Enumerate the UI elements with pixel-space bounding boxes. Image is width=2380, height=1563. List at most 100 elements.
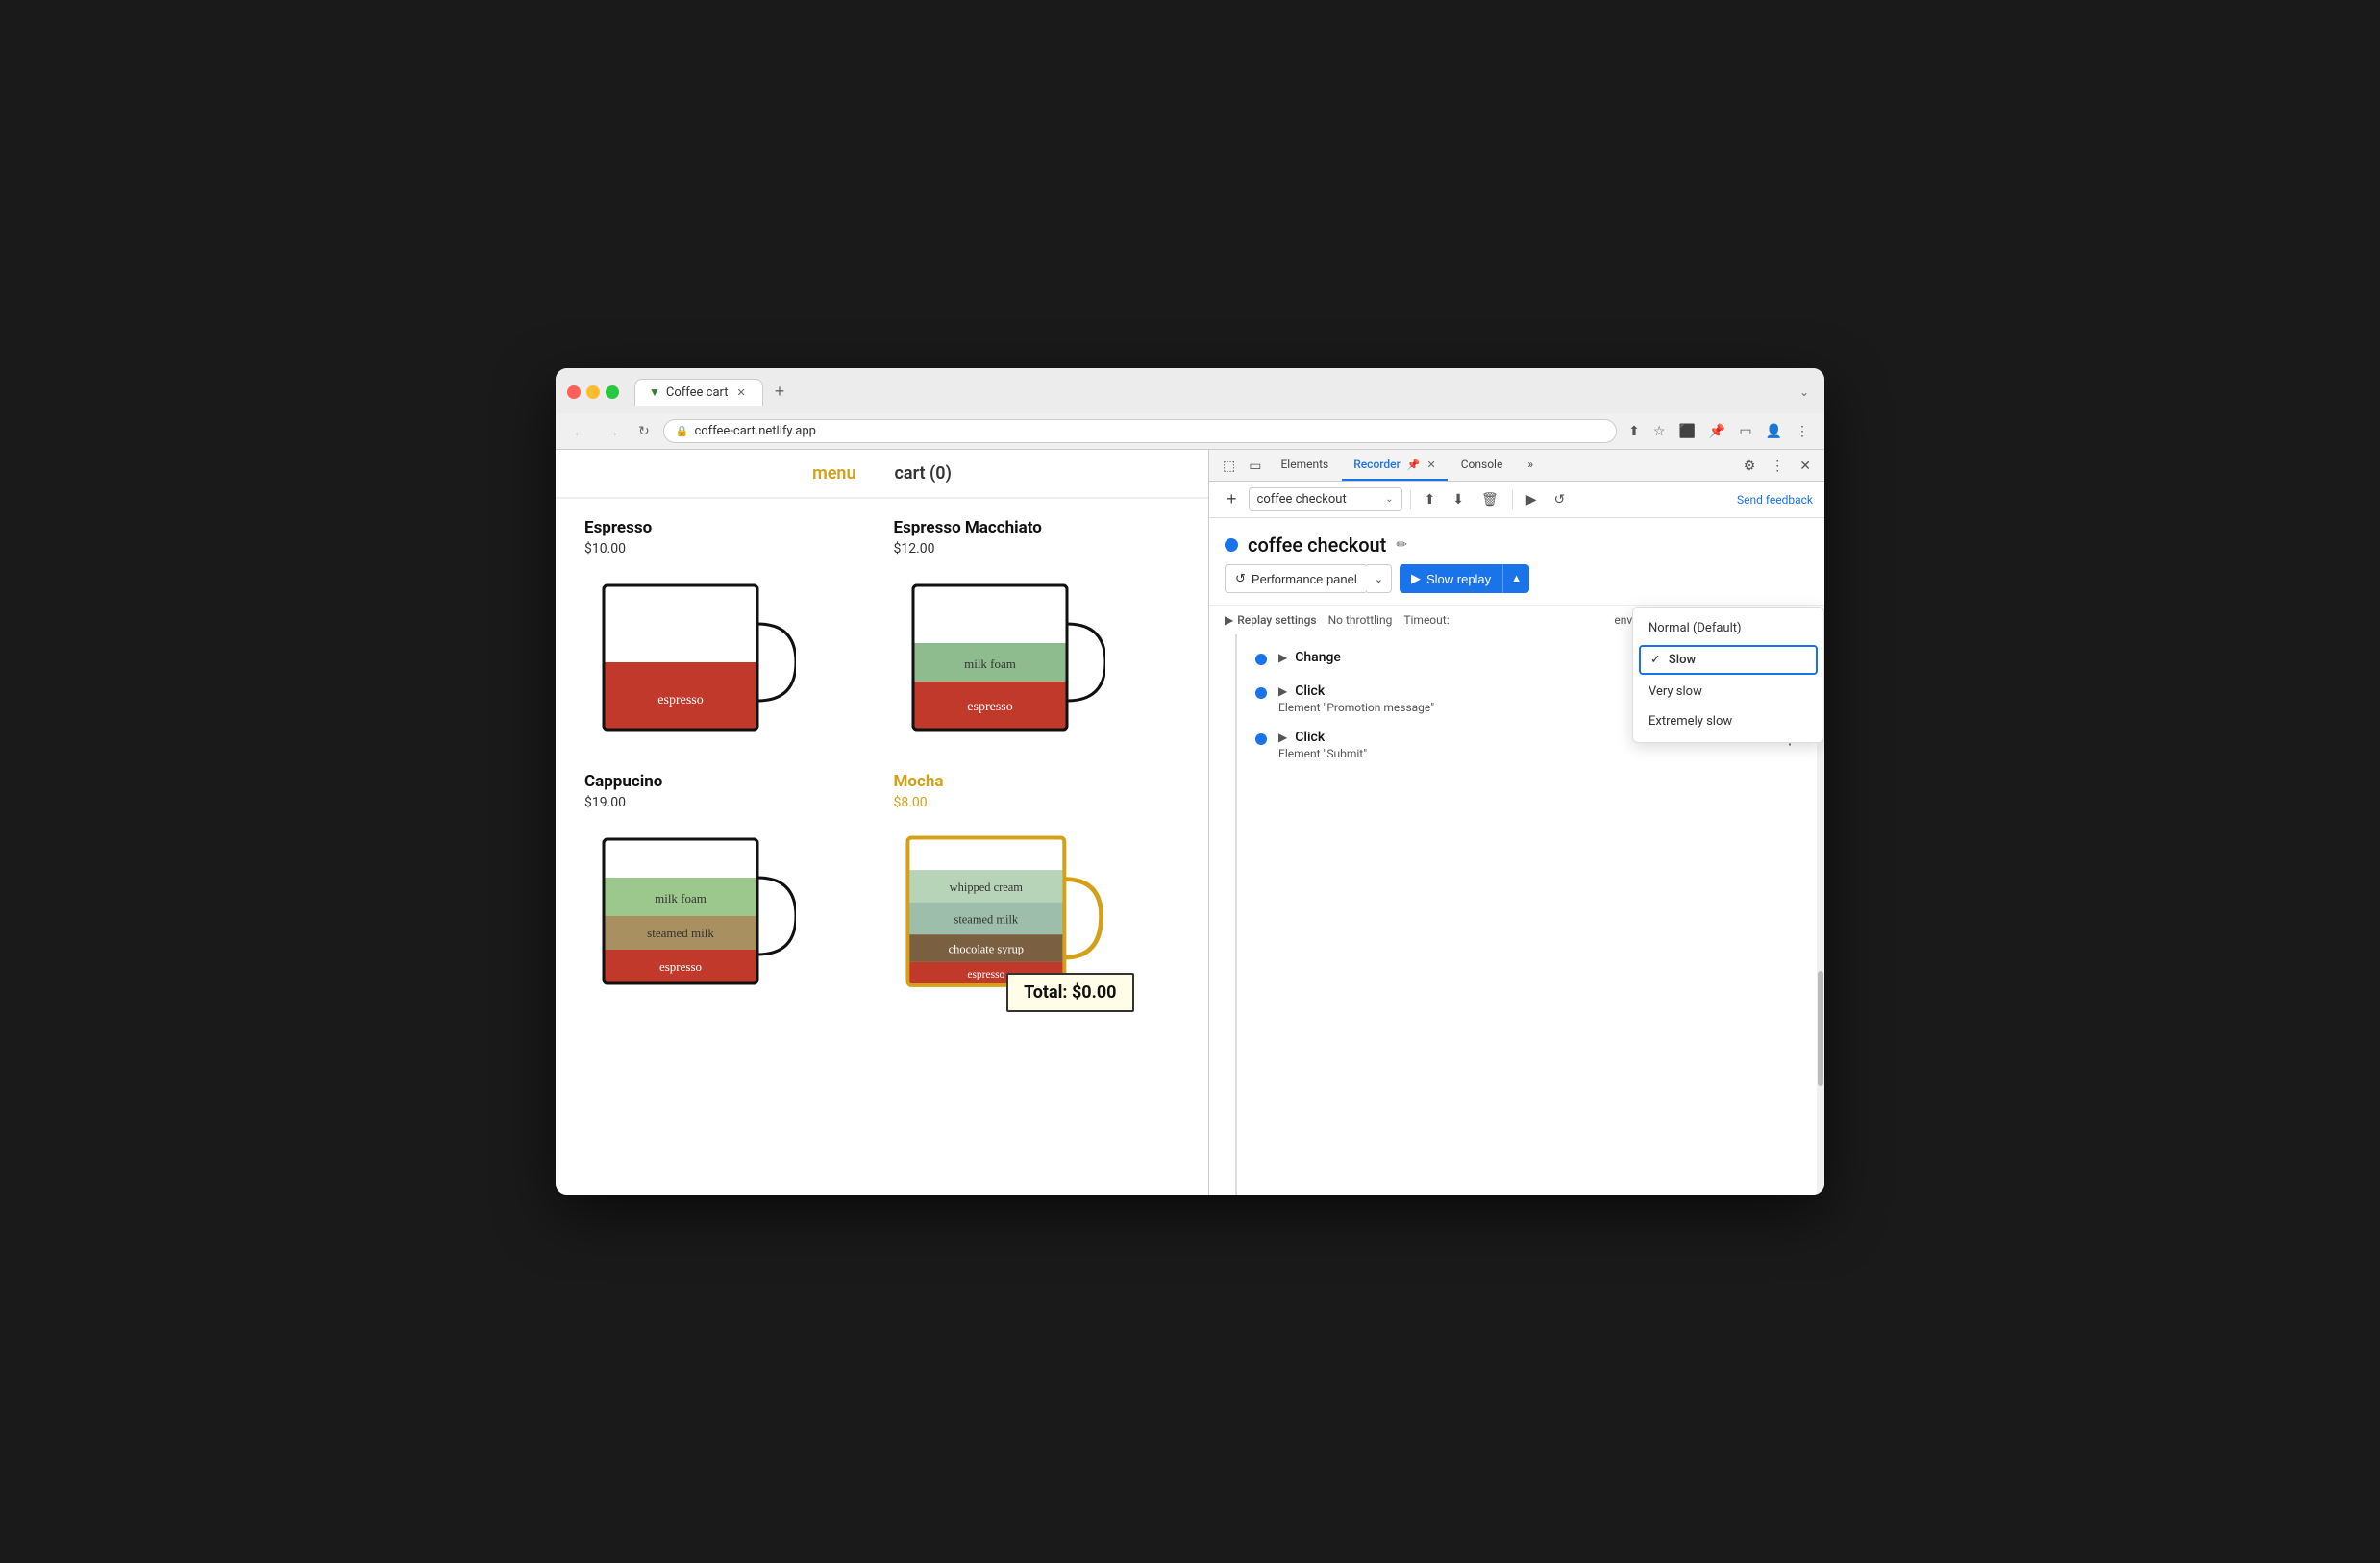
forward-button[interactable]: → [600,421,625,442]
devtools-more-icon[interactable]: ⋮ [1765,454,1790,478]
speed-very-slow-item[interactable]: Very slow [1633,677,1823,707]
expand-click1-icon[interactable]: ▶ [1278,684,1287,698]
tab-title: Coffee cart [666,385,729,400]
menu-icon[interactable]: ⋮ [1792,419,1813,443]
address-bar: ← → ↻ 🔒 coffee-cart.netlify.app ⬆ ☆ ⬛ 📌 … [556,413,1824,450]
checkmark-icon: ✓ [1650,653,1661,667]
recording-selector[interactable]: coffee checkout ⌄ [1249,487,1402,511]
maximize-button[interactable] [606,385,619,399]
pin-icon[interactable]: 📌 [1705,419,1729,443]
recorder-tab-close-icon[interactable]: ✕ [1427,459,1436,471]
coffee-grid: Espresso $10.00 espresso [556,499,1208,1195]
star-icon[interactable]: ☆ [1649,419,1670,443]
devtools-panel: ⬚ ▭ Elements Recorder 📌 ✕ Console » ⚙ ⋮ … [1209,450,1824,1195]
tab-close-icon[interactable]: ✕ [734,385,749,400]
mocha-mug: whipped cream steamed milk chocolate syr… [894,820,1115,1003]
undo-icon[interactable]: ↺ [1549,487,1572,511]
address-text: coffee-cart.netlify.app [694,424,816,438]
slow-replay-button[interactable]: ▶ Slow replay [1400,564,1502,593]
cappucino-price: $19.00 [584,795,871,810]
send-feedback-link[interactable]: Send feedback [1737,493,1813,507]
traffic-lights [567,385,619,399]
browser-tab[interactable]: ▼ Coffee cart ✕ [634,379,763,406]
profile-icon[interactable]: 👤 [1762,419,1786,443]
devtools-tabs-bar: ⬚ ▭ Elements Recorder 📌 ✕ Console » ⚙ ⋮ … [1209,450,1824,482]
settings-expand-icon: ▶ [1225,613,1233,627]
back-button[interactable]: ← [567,421,592,442]
share-icon[interactable]: ⬆ [1624,419,1644,443]
delete-recording-icon[interactable]: 🗑 [1475,487,1504,511]
tab-bar: ▼ Coffee cart ✕ + ⌄ [634,378,1813,406]
svg-text:espresso: espresso [659,959,702,974]
espresso-item[interactable]: Espresso $10.00 espresso [584,518,871,749]
devtools-toolbar-icons: ⚙ ⋮ ✕ [1738,454,1817,478]
click2-action-label: Click [1295,730,1325,745]
website-panel: menu cart (0) Espresso $10.00 espresso [556,450,1209,1195]
devtools-close-icon[interactable]: ✕ [1794,454,1817,478]
toolbar-divider-1 [1410,490,1411,509]
replay-speed-dropdown: Normal (Default) ✓ Slow Very slow Extrem… [1632,607,1824,743]
edit-title-icon[interactable]: ✏ [1396,537,1407,553]
timeline-dot-3 [1255,733,1267,745]
espresso-macchiato-price: $12.00 [894,541,1180,557]
menu-nav-link[interactable]: menu [812,463,855,484]
mocha-item[interactable]: Mocha $8.00 whipped cream steamed milk [894,772,1180,1003]
recording-header: coffee checkout ✏ [1209,518,1824,564]
download-recording-icon[interactable]: ⬇ [1447,487,1470,511]
speed-extremely-slow-item[interactable]: Extremely slow [1633,707,1823,736]
device-toggle-icon[interactable]: ▭ [1243,454,1267,478]
lock-icon: 🔒 [676,425,689,437]
element-picker-icon[interactable]: ⬚ [1217,454,1241,478]
svg-text:espresso: espresso [967,969,1004,980]
recording-select-arrow-icon: ⌄ [1385,494,1393,505]
espresso-mug: espresso [584,566,796,749]
minimize-button[interactable] [586,385,600,399]
replay-settings-label[interactable]: ▶ Replay settings [1225,613,1317,627]
upload-recording-icon[interactable]: ⬆ [1419,487,1442,511]
click2-detail: Element "Submit" [1278,747,1767,760]
performance-btn-icon: ↺ [1235,571,1246,586]
mocha-name: Mocha [894,772,1180,791]
expand-change-icon[interactable]: ▶ [1278,651,1287,664]
title-bar: ▼ Coffee cart ✕ + ⌄ [556,368,1824,413]
performance-panel-button[interactable]: ↺ Performance panel [1225,564,1368,593]
scrollbar-thumb[interactable] [1818,971,1823,1086]
address-input[interactable]: 🔒 coffee-cart.netlify.app [663,419,1617,443]
slow-replay-icon: ▶ [1411,571,1421,586]
svg-text:steamed milk: steamed milk [954,913,1018,927]
total-badge: Total: $0.00 [1006,973,1133,1012]
tab-console[interactable]: Console [1450,450,1515,481]
performance-panel-dropdown-arrow[interactable]: ⌄ [1367,564,1392,593]
recorder-toolbar: + coffee checkout ⌄ ⬆ ⬇ 🗑 ▶ ↺ Send feedb… [1209,482,1824,518]
espresso-macchiato-item[interactable]: Espresso Macchiato $12.00 milk foam espr… [894,518,1180,749]
svg-text:milk foam: milk foam [964,657,1016,671]
speed-slow-item[interactable]: ✓ Slow [1639,645,1818,675]
slow-replay-dropdown-arrow[interactable]: ▲ [1502,564,1529,593]
new-tab-button[interactable]: + [767,378,793,406]
more-tabs-icon[interactable]: » [1516,450,1545,481]
espresso-name: Espresso [584,518,871,537]
tab-minimize-icon[interactable]: ⌄ [1796,382,1813,403]
cast-icon[interactable]: ▭ [1735,419,1755,443]
extension-icon[interactable]: ⬛ [1674,419,1698,443]
add-recording-button[interactable]: + [1221,487,1243,511]
toolbar-divider-2 [1512,490,1513,509]
tab-recorder[interactable]: Recorder 📌 ✕ [1342,450,1448,481]
cappucino-mug: milk foam steamed milk espresso [584,820,796,1003]
expand-click2-icon[interactable]: ▶ [1278,731,1287,744]
tab-elements[interactable]: Elements [1269,450,1340,481]
cappucino-item[interactable]: Cappucino $19.00 milk foam steamed milk [584,772,871,1003]
mocha-price: $8.00 [894,795,1180,810]
cart-nav-link[interactable]: cart (0) [895,463,952,484]
replay-icon[interactable]: ▶ [1521,487,1543,511]
tab-favicon: ▼ [649,385,660,399]
svg-text:milk foam: milk foam [655,891,707,906]
timeout-label: Timeout: [1403,613,1449,627]
main-area: menu cart (0) Espresso $10.00 espresso [556,450,1824,1195]
close-button[interactable] [567,385,581,399]
svg-text:espresso: espresso [967,700,1012,714]
devtools-settings-icon[interactable]: ⚙ [1738,454,1762,478]
refresh-button[interactable]: ↻ [632,420,656,442]
speed-normal-item[interactable]: Normal (Default) [1633,613,1823,643]
browser-window: ▼ Coffee cart ✕ + ⌄ ← → ↻ 🔒 coffee-cart.… [556,368,1824,1195]
